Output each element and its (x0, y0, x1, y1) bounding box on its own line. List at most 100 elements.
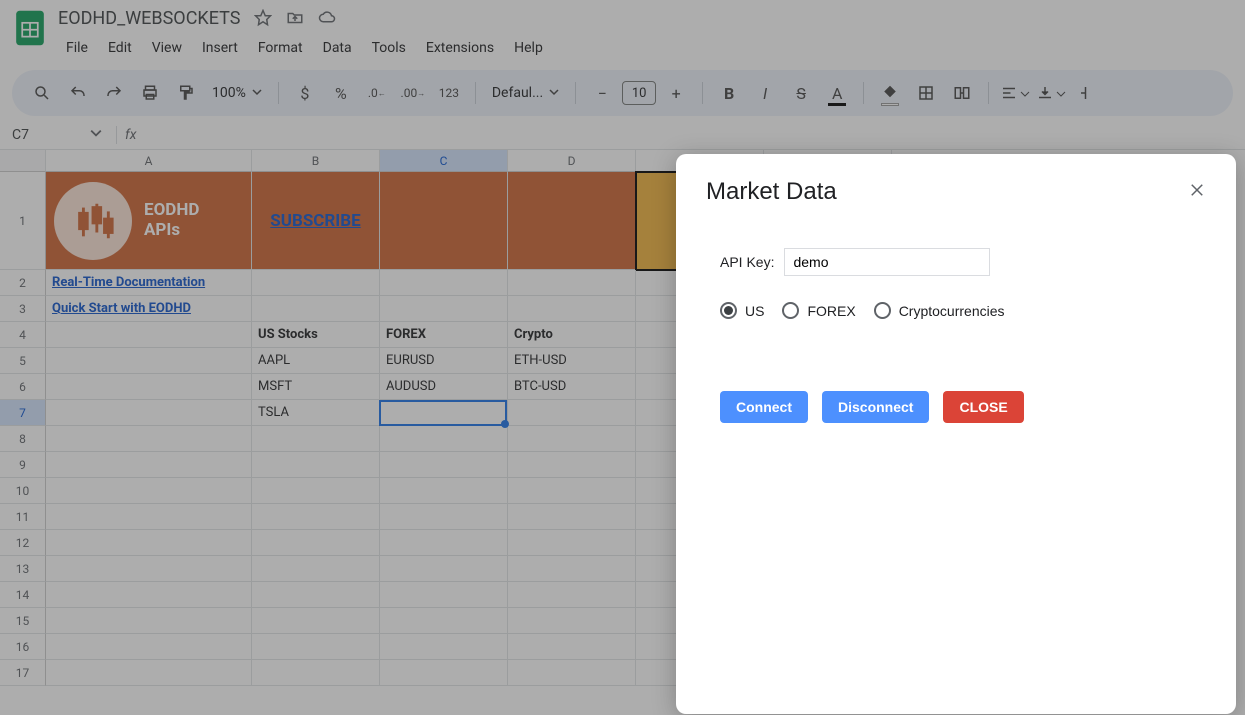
cell-d6[interactable]: BTC-USD (508, 374, 636, 400)
cell-b6[interactable]: MSFT (252, 374, 380, 400)
search-icon[interactable] (26, 77, 58, 109)
cell[interactable] (252, 504, 380, 530)
cell[interactable] (508, 530, 636, 556)
bold-icon[interactable]: B (713, 77, 745, 109)
number-format-icon[interactable]: 123 (433, 77, 465, 109)
cell[interactable] (508, 504, 636, 530)
undo-icon[interactable] (62, 77, 94, 109)
cell[interactable] (380, 634, 508, 660)
cell[interactable] (252, 478, 380, 504)
cell-b2[interactable] (252, 270, 380, 296)
cell-b1-subscribe[interactable]: SUBSCRIBE (252, 172, 380, 270)
redo-icon[interactable] (98, 77, 130, 109)
subscribe-link[interactable]: SUBSCRIBE (270, 172, 360, 270)
strikethrough-icon[interactable]: S (785, 77, 817, 109)
row-header[interactable]: 3 (0, 296, 46, 322)
connect-button[interactable]: Connect (720, 391, 808, 423)
cell-c7-active[interactable] (380, 400, 508, 426)
cell[interactable] (508, 582, 636, 608)
cell[interactable] (46, 478, 252, 504)
row-header[interactable]: 1 (0, 172, 46, 270)
menu-file[interactable]: File (58, 36, 96, 60)
row-header[interactable]: 16 (0, 634, 46, 660)
row-header[interactable]: 6 (0, 374, 46, 400)
row-header[interactable]: 5 (0, 348, 46, 374)
cell-d2[interactable] (508, 270, 636, 296)
cell-a1-logo[interactable]: EODHD APIs (46, 172, 252, 270)
menu-help[interactable]: Help (506, 36, 551, 60)
cell[interactable] (508, 556, 636, 582)
text-color-icon[interactable]: A (821, 77, 853, 109)
cell[interactable] (46, 660, 252, 686)
cell[interactable] (508, 608, 636, 634)
cell-c1[interactable] (380, 172, 508, 270)
col-header-d[interactable]: D (508, 150, 636, 172)
cell[interactable] (252, 556, 380, 582)
cell[interactable] (380, 452, 508, 478)
cell[interactable] (380, 556, 508, 582)
radio-forex[interactable] (782, 302, 799, 319)
cell[interactable] (380, 530, 508, 556)
paint-format-icon[interactable] (170, 77, 202, 109)
disconnect-button[interactable]: Disconnect (822, 391, 929, 423)
font-size-input[interactable]: 10 (622, 81, 656, 105)
row-header[interactable]: 7 (0, 400, 46, 426)
italic-icon[interactable]: I (749, 77, 781, 109)
star-icon[interactable] (254, 9, 272, 27)
col-header-a[interactable]: A (46, 150, 252, 172)
cell-a4[interactable] (46, 322, 252, 348)
more-toolbar-icon[interactable] (1071, 77, 1103, 109)
cell[interactable] (252, 530, 380, 556)
merge-cells-icon[interactable] (946, 77, 978, 109)
cell[interactable] (508, 426, 636, 452)
row-header[interactable]: 12 (0, 530, 46, 556)
borders-icon[interactable] (910, 77, 942, 109)
cell-d3[interactable] (508, 296, 636, 322)
cell-b3[interactable] (252, 296, 380, 322)
cell-c4-header[interactable]: FOREX (380, 322, 508, 348)
cell[interactable] (508, 452, 636, 478)
percent-icon[interactable]: % (325, 77, 357, 109)
cell[interactable] (46, 504, 252, 530)
menu-tools[interactable]: Tools (364, 36, 414, 60)
cell[interactable] (252, 660, 380, 686)
radio-us[interactable] (720, 302, 737, 319)
fill-color-icon[interactable] (874, 77, 906, 109)
cell[interactable] (46, 608, 252, 634)
menu-view[interactable]: View (144, 36, 190, 60)
cell-d4-header[interactable]: Crypto (508, 322, 636, 348)
menu-data[interactable]: Data (315, 36, 360, 60)
cell[interactable] (252, 426, 380, 452)
row-header[interactable]: 11 (0, 504, 46, 530)
menu-edit[interactable]: Edit (100, 36, 140, 60)
cell-d5[interactable]: ETH-USD (508, 348, 636, 374)
font-size-decrease-icon[interactable]: − (586, 77, 618, 109)
doc-title[interactable]: EODHD_WEBSOCKETS (58, 8, 240, 29)
api-key-input[interactable] (784, 248, 990, 276)
cell[interactable] (380, 504, 508, 530)
cell-c2[interactable] (380, 270, 508, 296)
cell[interactable] (508, 478, 636, 504)
cell-d7[interactable] (508, 400, 636, 426)
cell-d1[interactable] (508, 172, 636, 270)
cell[interactable] (380, 660, 508, 686)
menu-extensions[interactable]: Extensions (418, 36, 502, 60)
row-header[interactable]: 10 (0, 478, 46, 504)
zoom-select[interactable]: 100% (206, 85, 268, 101)
cell-b5[interactable]: AAPL (252, 348, 380, 374)
row-header[interactable]: 9 (0, 452, 46, 478)
cell[interactable] (380, 608, 508, 634)
font-select[interactable]: Defaul... (486, 85, 565, 101)
col-header-b[interactable]: B (252, 150, 380, 172)
font-size-increase-icon[interactable]: + (660, 77, 692, 109)
cell[interactable] (46, 426, 252, 452)
cell[interactable] (380, 478, 508, 504)
cell[interactable] (46, 582, 252, 608)
row-header[interactable]: 15 (0, 608, 46, 634)
currency-icon[interactable]: $ (289, 77, 321, 109)
cell-c3[interactable] (380, 296, 508, 322)
cell[interactable] (508, 660, 636, 686)
cell-c5[interactable]: EURUSD (380, 348, 508, 374)
increase-decimal-icon[interactable]: .00→ (397, 77, 429, 109)
radio-crypto[interactable] (874, 302, 891, 319)
